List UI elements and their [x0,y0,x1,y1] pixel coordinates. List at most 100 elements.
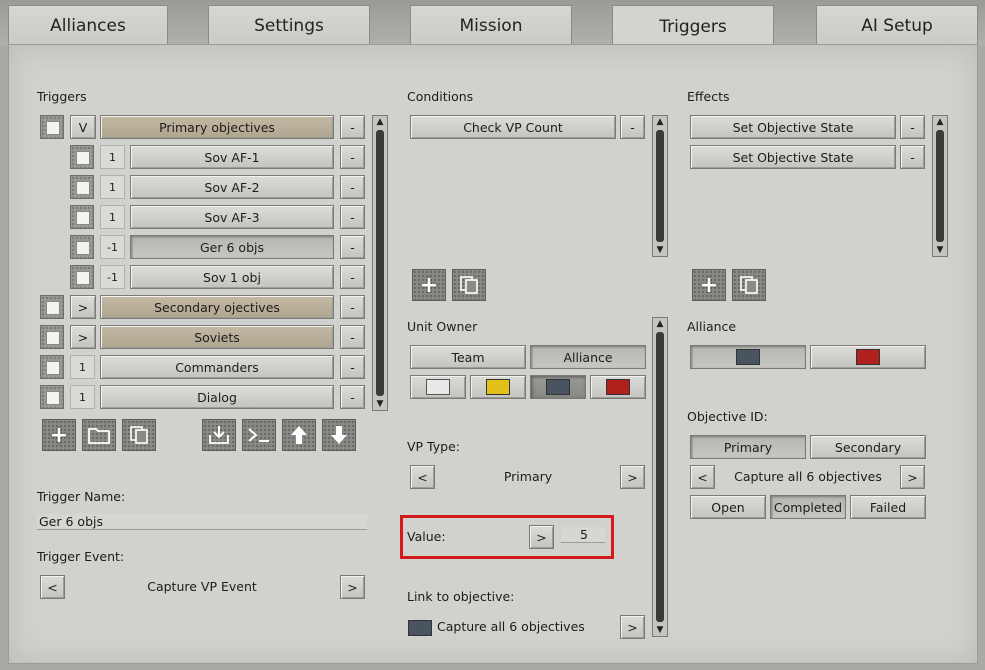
trigger-item-soviets[interactable]: Soviets [100,325,334,349]
trigger-remove-button[interactable]: - [340,355,365,379]
effect-alliance-red[interactable] [810,345,926,369]
value-input[interactable]: 5 [561,527,605,543]
trigger-remove-button[interactable]: - [340,175,365,199]
trigger-remove-button[interactable]: - [340,235,365,259]
move-up-button[interactable] [282,419,316,451]
trigger-item-sov-af-2[interactable]: Sov AF-2 [130,175,334,199]
tab-alliances[interactable]: Alliances [8,5,168,45]
add-folder-button[interactable] [82,419,116,451]
trigger-checkbox[interactable] [40,325,64,349]
condition-remove-button[interactable]: - [620,115,645,139]
effect-alliance-grey[interactable] [690,345,806,369]
value-increment-button[interactable]: > [529,525,554,549]
scroll-down-icon[interactable]: ▼ [933,244,947,256]
scroll-thumb[interactable] [656,332,664,622]
effect-item-set-objective-state[interactable]: Set Objective State [690,115,896,139]
trigger-item-primary-objectives[interactable]: Primary objectives [100,115,334,139]
scroll-down-icon[interactable]: ▼ [653,244,667,256]
trigger-remove-button[interactable]: - [340,385,365,409]
trigger-expand-toggle[interactable]: > [70,325,96,349]
trigger-item-secondary-objectives[interactable]: Secondary ojectives [100,295,334,319]
owner-color-grey[interactable] [530,375,586,399]
effect-item-set-objective-state[interactable]: Set Objective State [690,145,896,169]
add-condition-button[interactable]: + [412,269,446,301]
tab-mission[interactable]: Mission [410,5,572,45]
condition-params-scrollbar[interactable]: ▲ ▼ [652,317,668,637]
trigger-checkbox[interactable] [40,385,64,409]
trigger-remove-button[interactable]: - [340,115,365,139]
objective-primary-button[interactable]: Primary [690,435,806,459]
objective-secondary-button[interactable]: Secondary [810,435,926,459]
import-button[interactable] [202,419,236,451]
trigger-checkbox[interactable] [40,115,64,139]
trigger-item-dialog[interactable]: Dialog [100,385,334,409]
alliance-button[interactable]: Alliance [530,345,646,369]
trigger-item-sov-1-obj[interactable]: Sov 1 obj [130,265,334,289]
effect-remove-button[interactable]: - [900,115,925,139]
trigger-item-ger-6-objs[interactable]: Ger 6 objs [130,235,334,259]
scroll-down-icon[interactable]: ▼ [373,398,387,410]
copy-trigger-button[interactable] [122,419,156,451]
trigger-remove-button[interactable]: - [340,205,365,229]
trigger-checkbox[interactable] [40,355,64,379]
state-failed-button[interactable]: Failed [850,495,926,519]
scroll-down-icon[interactable]: ▼ [653,624,667,636]
trigger-remove-button[interactable]: - [340,265,365,289]
tab-settings[interactable]: Settings [208,5,370,45]
trigger-item-sov-af-3[interactable]: Sov AF-3 [130,205,334,229]
add-trigger-button[interactable]: + [42,419,76,451]
scroll-up-icon[interactable]: ▲ [933,116,947,128]
vp-type-next-button[interactable]: > [620,465,645,489]
scroll-thumb[interactable] [656,130,664,242]
condition-item-check-vp-count[interactable]: Check VP Count [410,115,616,139]
objective-next-button[interactable]: > [900,465,925,489]
trigger-item-sov-af-1[interactable]: Sov AF-1 [130,145,334,169]
scroll-up-icon[interactable]: ▲ [653,116,667,128]
link-objective-next-button[interactable]: > [620,615,645,639]
trigger-label: Sov AF-1 [204,149,260,165]
scroll-thumb[interactable] [376,130,384,396]
owner-color-red[interactable] [590,375,646,399]
trigger-expand-toggle[interactable]: > [70,295,96,319]
trigger-checkbox[interactable] [70,145,94,169]
minus-label: - [350,389,355,405]
effects-scrollbar[interactable]: ▲ ▼ [932,115,948,257]
effect-remove-button[interactable]: - [900,145,925,169]
scroll-thumb[interactable] [936,130,944,242]
copy-icon [460,276,478,294]
console-button[interactable] [242,419,276,451]
trigger-remove-button[interactable]: - [340,295,365,319]
team-label: Team [451,349,485,365]
move-down-button[interactable] [322,419,356,451]
trigger-event-next-button[interactable]: > [340,575,365,599]
trigger-checkbox[interactable] [70,175,94,199]
trigger-remove-button[interactable]: - [340,325,365,349]
trigger-checkbox[interactable] [70,205,94,229]
team-button[interactable]: Team [410,345,526,369]
add-effect-button[interactable]: + [692,269,726,301]
trigger-expand-toggle[interactable]: V [70,115,96,139]
arrow-left-label: < [697,469,708,485]
scroll-up-icon[interactable]: ▲ [373,116,387,128]
vp-type-prev-button[interactable]: < [410,465,435,489]
owner-color-yellow[interactable] [470,375,526,399]
trigger-checkbox[interactable] [40,295,64,319]
tab-ai-setup[interactable]: AI Setup [816,5,978,45]
vp-type-label: VP Type: [407,439,460,454]
state-open-button[interactable]: Open [690,495,766,519]
scroll-up-icon[interactable]: ▲ [653,318,667,330]
owner-color-white[interactable] [410,375,466,399]
tab-triggers[interactable]: Triggers [612,5,774,47]
copy-effect-button[interactable] [732,269,766,301]
trigger-checkbox[interactable] [70,235,94,259]
trigger-item-commanders[interactable]: Commanders [100,355,334,379]
copy-condition-button[interactable] [452,269,486,301]
objective-prev-button[interactable]: < [690,465,715,489]
trigger-checkbox[interactable] [70,265,94,289]
trigger-name-input[interactable]: Ger 6 objs [37,514,367,530]
trigger-list-scrollbar[interactable]: ▲ ▼ [372,115,388,411]
conditions-scrollbar[interactable]: ▲ ▼ [652,115,668,257]
state-completed-button[interactable]: Completed [770,495,846,519]
trigger-remove-button[interactable]: - [340,145,365,169]
trigger-event-prev-button[interactable]: < [40,575,65,599]
